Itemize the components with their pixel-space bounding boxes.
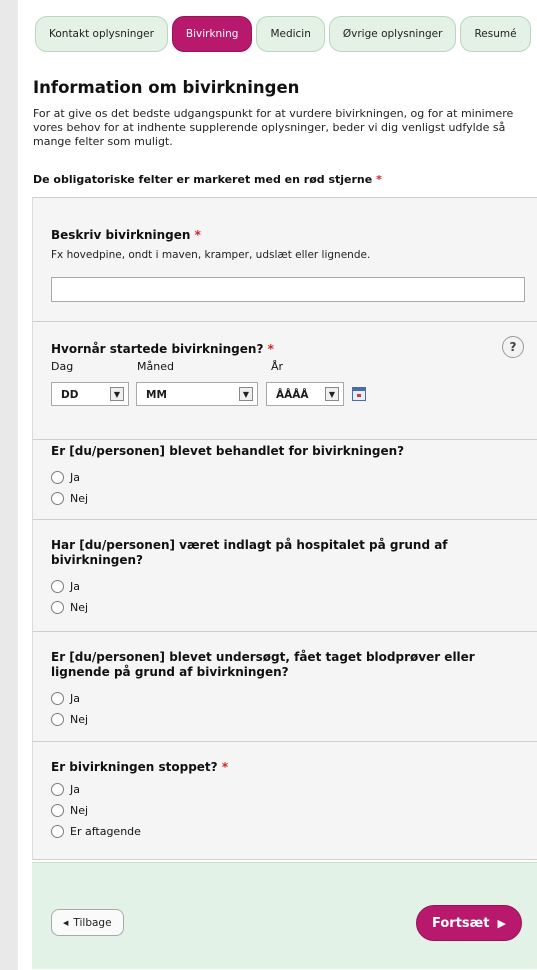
radio-label: Nej <box>70 601 89 614</box>
radio-button[interactable] <box>51 492 64 505</box>
form-panel: Beskriv bivirkningen * Fx hovedpine, ond… <box>32 197 537 860</box>
hospitalized-question: Har [du/personen] været indlagt på hospi… <box>51 538 448 567</box>
radio-button[interactable] <box>51 804 64 817</box>
treated-question: Er [du/personen] blevet behandlet for bi… <box>51 444 405 458</box>
describe-input[interactable] <box>51 277 525 302</box>
intro-text: For at give os det bedste udgangspunkt f… <box>33 107 514 148</box>
radio-button[interactable] <box>51 601 64 614</box>
examined-option-nej[interactable]: Nej <box>51 713 88 726</box>
continue-button-label: Fortsæt <box>432 915 490 931</box>
stopped-question: Er bivirkningen stoppet? * <box>51 760 228 775</box>
describe-question: Beskriv bivirkningen * <box>51 228 201 243</box>
section-treated: Er [du/personen] blevet behandlet for bi… <box>33 440 537 520</box>
year-label: År <box>271 360 284 373</box>
year-select[interactable]: ÅÅÅÅ ▼ <box>266 382 344 406</box>
radio-button[interactable] <box>51 692 64 705</box>
year-select-value: ÅÅÅÅ <box>276 389 309 401</box>
month-label: Måned <box>137 360 174 373</box>
month-select[interactable]: MM ▼ <box>136 382 258 406</box>
page-title: Information om bivirkningen <box>33 78 300 97</box>
section-describe: Beskriv bivirkningen * Fx hovedpine, ond… <box>33 198 537 322</box>
hospitalized-option-ja[interactable]: Ja <box>51 580 80 593</box>
required-note-text: De obligatoriske felter er markeret med … <box>33 173 373 186</box>
chevron-down-icon[interactable]: ▼ <box>110 387 124 401</box>
chevron-down-icon[interactable]: ▼ <box>239 387 253 401</box>
radio-button[interactable] <box>51 713 64 726</box>
tab-resume[interactable]: Resumé <box>460 16 531 52</box>
radio-label: Nej <box>70 804 89 817</box>
chevron-right-icon: ▶ <box>497 916 506 930</box>
radio-button[interactable] <box>51 825 64 838</box>
help-icon[interactable]: ? <box>502 336 524 358</box>
calendar-icon[interactable] <box>352 387 366 401</box>
stopped-question-text: Er bivirkningen stoppet? <box>51 760 218 774</box>
treated-option-nej[interactable]: Nej <box>51 492 88 505</box>
stopped-option-er-aftagende[interactable]: Er aftagende <box>51 825 141 838</box>
tab-medicin[interactable]: Medicin <box>256 16 325 52</box>
radio-label: Er aftagende <box>70 825 141 838</box>
describe-question-text: Beskriv bivirkningen <box>51 228 191 242</box>
day-select[interactable]: DD ▼ <box>51 382 129 406</box>
chevron-down-icon[interactable]: ▼ <box>325 387 339 401</box>
day-select-value: DD <box>61 389 79 401</box>
radio-button[interactable] <box>51 471 64 484</box>
section-stopped: Er bivirkningen stoppet? * Ja Nej Er aft… <box>33 742 537 860</box>
tab-ovrige-oplysninger[interactable]: Øvrige oplysninger <box>328 16 457 52</box>
chevron-left-icon: ◀ <box>63 918 69 927</box>
radio-label: Ja <box>70 580 80 593</box>
page: Kontakt oplysninger Bivirkning Medicin Ø… <box>18 0 537 970</box>
stopped-option-nej[interactable]: Nej <box>51 804 88 817</box>
radio-label: Ja <box>70 471 80 484</box>
continue-button[interactable]: Fortsæt ▶ <box>416 905 522 941</box>
required-star: * <box>267 342 274 356</box>
hospitalized-option-nej[interactable]: Nej <box>51 601 88 614</box>
tab-bivirkning[interactable]: Bivirkning <box>171 16 253 52</box>
radio-label: Nej <box>70 713 89 726</box>
section-examined: Er [du/personen] blevet undersøgt, fået … <box>33 632 537 742</box>
required-fields-note: De obligatoriske felter er markeret med … <box>33 173 382 186</box>
start-date-question-text: Hvornår startede bivirkningen? <box>51 342 264 356</box>
section-start-date: Hvornår startede bivirkningen? * ? Dag M… <box>33 322 537 440</box>
tab-kontakt-oplysninger[interactable]: Kontakt oplysninger <box>35 16 168 52</box>
month-select-value: MM <box>146 389 167 401</box>
radio-button[interactable] <box>51 783 64 796</box>
required-star: * <box>376 173 382 186</box>
required-star: * <box>221 760 229 774</box>
form-footer: ◀ Tilbage Fortsæt ▶ <box>32 862 537 969</box>
radio-label: Ja <box>70 692 80 705</box>
stopped-option-ja[interactable]: Ja <box>51 783 80 796</box>
radio-label: Nej <box>70 492 89 505</box>
examined-option-ja[interactable]: Ja <box>51 692 80 705</box>
back-button-label: Tilbage <box>73 916 112 929</box>
radio-label: Ja <box>70 783 80 796</box>
day-label: Dag <box>51 360 74 373</box>
step-tabs: Kontakt oplysninger Bivirkning Medicin Ø… <box>35 16 531 52</box>
back-button[interactable]: ◀ Tilbage <box>51 909 124 936</box>
treated-option-ja[interactable]: Ja <box>51 471 80 484</box>
required-star: * <box>194 228 201 242</box>
radio-button[interactable] <box>51 580 64 593</box>
examined-question: Er [du/personen] blevet undersøgt, fået … <box>51 650 475 679</box>
describe-hint: Fx hovedpine, ondt i maven, kramper, uds… <box>51 249 371 261</box>
start-date-question: Hvornår startede bivirkningen? * <box>51 342 274 357</box>
section-hospitalized: Har [du/personen] været indlagt på hospi… <box>33 520 537 632</box>
